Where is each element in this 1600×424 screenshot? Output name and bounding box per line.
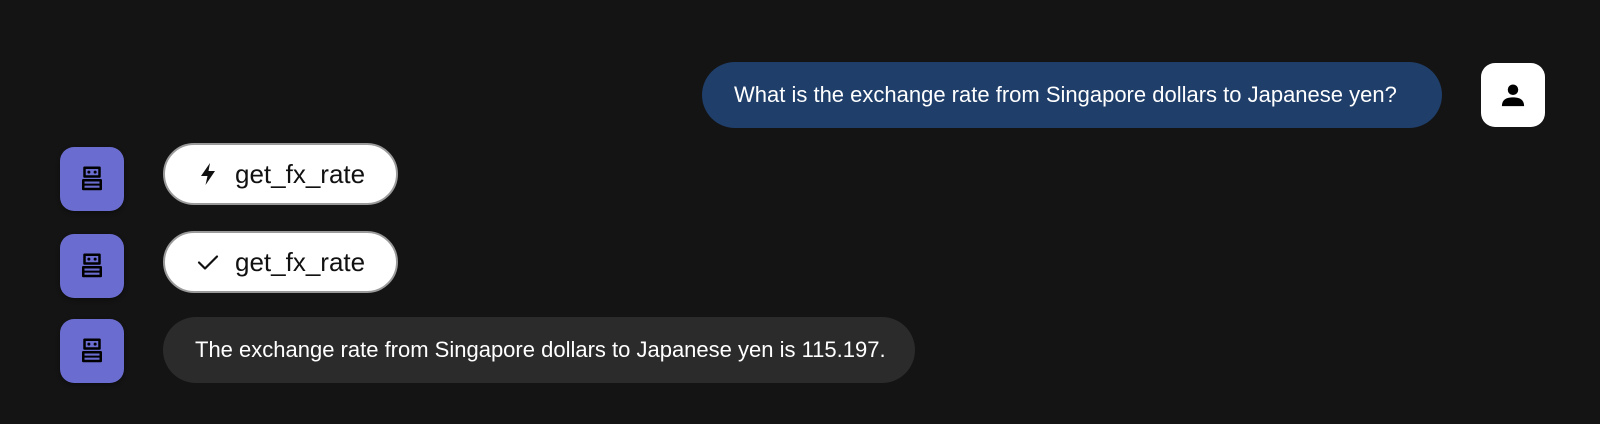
person-icon xyxy=(1501,84,1525,107)
bot-avatar xyxy=(60,147,124,211)
user-message-bubble: What is the exchange rate from Singapore… xyxy=(702,62,1442,128)
lightning-bolt-icon xyxy=(195,161,221,187)
robot-icon xyxy=(82,166,102,191)
function-call-name: get_fx_rate xyxy=(235,158,366,189)
robot-icon xyxy=(82,338,102,363)
function-response-chip[interactable]: get_fx_rate xyxy=(163,231,398,293)
function-call-chip[interactable]: get_fx_rate xyxy=(163,143,398,205)
user-message-text: What is the exchange rate from Singapore… xyxy=(734,82,1397,107)
checkmark-icon xyxy=(195,249,221,275)
user-avatar xyxy=(1481,63,1545,127)
bot-message-text: The exchange rate from Singapore dollars… xyxy=(195,337,886,362)
bot-message-bubble: The exchange rate from Singapore dollars… xyxy=(163,317,915,383)
chat-window: What is the exchange rate from Singapore… xyxy=(0,0,1600,424)
bot-avatar xyxy=(60,319,124,383)
function-response-name: get_fx_rate xyxy=(235,246,366,277)
robot-icon xyxy=(82,253,102,278)
bot-avatar xyxy=(60,234,124,298)
